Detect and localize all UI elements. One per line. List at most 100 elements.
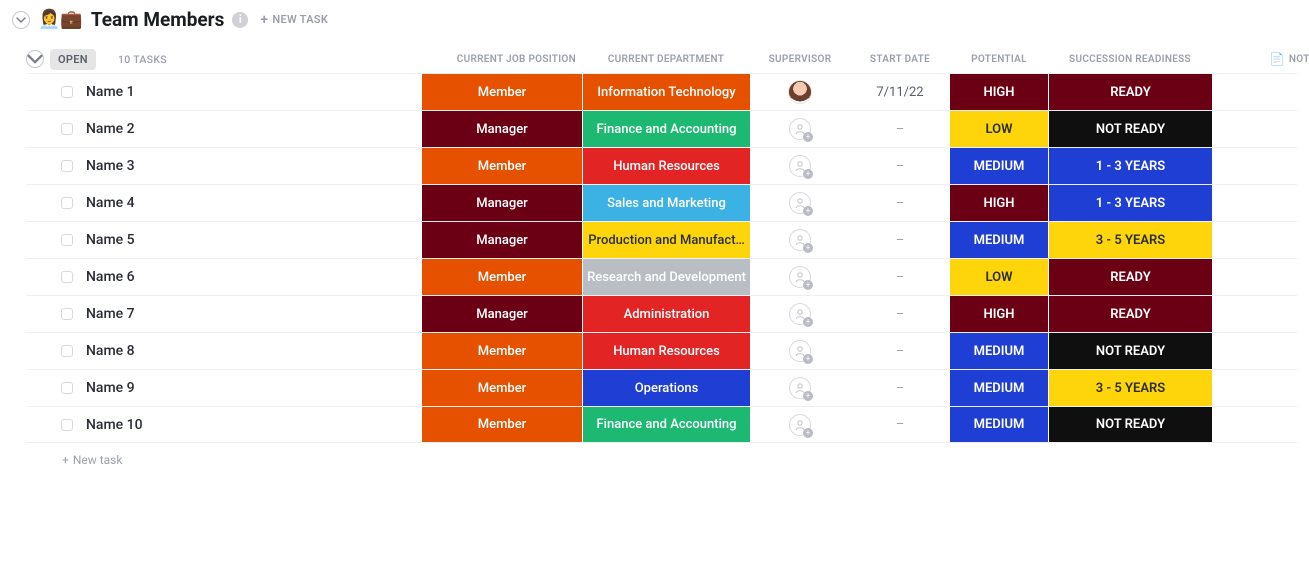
table-row[interactable]: Name 3MemberHuman Resources+–MEDIUM1 - 3… <box>26 147 1297 184</box>
department-pill[interactable]: Human Resources <box>582 333 750 369</box>
readiness-pill[interactable]: READY <box>1048 296 1212 332</box>
col-position[interactable]: CURRENT JOB POSITION <box>422 54 582 65</box>
col-supervisor[interactable]: SUPERVISOR <box>750 54 850 65</box>
row-checkbox[interactable] <box>61 345 73 357</box>
task-name[interactable]: Name 3 <box>84 148 422 184</box>
assign-supervisor-button[interactable]: + <box>789 155 811 177</box>
table-row[interactable]: Name 6MemberResearch and Development + –LO… <box>26 258 1297 295</box>
start-date[interactable]: – <box>850 185 950 221</box>
position-pill[interactable]: Manager <box>422 185 582 221</box>
potential-pill[interactable]: MEDIUM <box>950 370 1048 406</box>
notes-cell[interactable]: – <box>1260 370 1309 406</box>
assign-supervisor-button[interactable]: + <box>789 414 811 436</box>
notes-cell[interactable]: – <box>1260 222 1309 258</box>
notes-cell[interactable]: – <box>1260 259 1309 295</box>
notes-cell[interactable]: – <box>1260 407 1309 442</box>
notes-cell[interactable]: – <box>1260 333 1309 369</box>
readiness-pill[interactable]: NOT READY <box>1048 333 1212 369</box>
task-name[interactable]: Name 1 <box>84 74 422 110</box>
position-pill[interactable]: Manager <box>422 296 582 332</box>
department-pill[interactable]: Operations <box>582 370 750 406</box>
assign-supervisor-button[interactable]: + <box>789 118 811 140</box>
start-date[interactable]: – <box>850 222 950 258</box>
table-row[interactable]: Name 2ManagerFinance and Accounting + –LOW… <box>26 110 1297 147</box>
start-date[interactable]: – <box>850 296 950 332</box>
position-pill[interactable]: Member <box>422 370 582 406</box>
start-date[interactable]: – <box>850 148 950 184</box>
notes-cell[interactable]: – <box>1260 148 1309 184</box>
col-department[interactable]: CURRENT DEPARTMENT <box>582 54 750 65</box>
collapse-all-icon[interactable] <box>12 11 30 29</box>
row-checkbox[interactable] <box>61 197 73 209</box>
row-checkbox[interactable] <box>61 123 73 135</box>
notes-cell[interactable]: – <box>1260 74 1309 110</box>
start-date[interactable]: – <box>850 111 950 147</box>
assign-supervisor-button[interactable]: + <box>789 340 811 362</box>
row-checkbox[interactable] <box>61 382 73 394</box>
assign-supervisor-button[interactable]: + <box>789 377 811 399</box>
table-row[interactable]: Name 4ManagerSales and Marketing+–HIGH1 … <box>26 184 1297 221</box>
col-potential[interactable]: POTENTIAL <box>950 54 1048 65</box>
row-checkbox[interactable] <box>61 419 73 431</box>
potential-pill[interactable]: HIGH <box>950 74 1048 110</box>
potential-pill[interactable]: HIGH <box>950 296 1048 332</box>
position-pill[interactable]: Manager <box>422 111 582 147</box>
task-name[interactable]: Name 4 <box>84 185 422 221</box>
readiness-pill[interactable]: 1 - 3 YEARS <box>1048 185 1212 221</box>
assign-supervisor-button[interactable]: + <box>789 192 811 214</box>
row-checkbox[interactable] <box>61 271 73 283</box>
potential-pill[interactable]: MEDIUM <box>950 148 1048 184</box>
notes-cell[interactable]: – <box>1260 111 1309 147</box>
group-collapse-icon[interactable] <box>26 50 44 68</box>
readiness-pill[interactable]: READY <box>1048 74 1212 110</box>
new-task-top-button[interactable]: + NEW TASK <box>260 13 328 26</box>
row-checkbox[interactable] <box>61 234 73 246</box>
table-row[interactable]: Name 5ManagerProduction and Manufact…+–M… <box>26 221 1297 258</box>
task-name[interactable]: Name 7 <box>84 296 422 332</box>
readiness-pill[interactable]: 3 - 5 YEARS <box>1048 222 1212 258</box>
potential-pill[interactable]: LOW <box>950 111 1048 147</box>
task-name[interactable]: Name 6 <box>84 259 422 295</box>
department-pill[interactable]: Finance and Accounting <box>582 407 750 442</box>
readiness-pill[interactable]: 1 - 3 YEARS <box>1048 148 1212 184</box>
col-notes[interactable]: 📄 NOTES <box>1260 52 1309 66</box>
start-date[interactable]: – <box>850 370 950 406</box>
start-date[interactable]: – <box>850 333 950 369</box>
assign-supervisor-button[interactable]: + <box>789 266 811 288</box>
table-row[interactable]: Name 10MemberFinance and Accounting+–MED… <box>26 406 1297 443</box>
notes-cell[interactable]: – <box>1260 296 1309 332</box>
position-pill[interactable]: Member <box>422 333 582 369</box>
row-checkbox[interactable] <box>61 308 73 320</box>
readiness-pill[interactable]: 3 - 5 YEARS <box>1048 370 1212 406</box>
table-row[interactable]: Name 9MemberOperations + –MEDIUM3 - 5 YEAR… <box>26 369 1297 406</box>
readiness-pill[interactable]: NOT READY <box>1048 407 1212 442</box>
start-date[interactable]: – <box>850 407 950 442</box>
task-name[interactable]: Name 5 <box>84 222 422 258</box>
potential-pill[interactable]: MEDIUM <box>950 222 1048 258</box>
col-readiness[interactable]: SUCCESSION READINESS <box>1048 54 1212 65</box>
department-pill[interactable]: Human Resources <box>582 148 750 184</box>
task-name[interactable]: Name 10 <box>84 407 422 442</box>
potential-pill[interactable]: MEDIUM <box>950 333 1048 369</box>
start-date[interactable]: – <box>850 259 950 295</box>
status-open-toggle[interactable]: OPEN <box>50 49 96 70</box>
department-pill[interactable]: Finance and Accounting <box>582 111 750 147</box>
department-pill[interactable]: Research and Development <box>582 259 750 295</box>
supervisor-avatar[interactable] <box>788 80 812 104</box>
position-pill[interactable]: Member <box>422 259 582 295</box>
task-name[interactable]: Name 2 <box>84 111 422 147</box>
department-pill[interactable]: Sales and Marketing <box>582 185 750 221</box>
table-row[interactable]: Name 8MemberHuman Resources+–MEDIUMNOT R… <box>26 332 1297 369</box>
task-name[interactable]: Name 9 <box>84 370 422 406</box>
readiness-pill[interactable]: READY <box>1048 259 1212 295</box>
table-row[interactable]: Name 7ManagerAdministration+–HIGHREADY– <box>26 295 1297 332</box>
assign-supervisor-button[interactable]: + <box>789 303 811 325</box>
department-pill[interactable]: Administration <box>582 296 750 332</box>
potential-pill[interactable]: MEDIUM <box>950 407 1048 442</box>
potential-pill[interactable]: LOW <box>950 259 1048 295</box>
info-icon[interactable]: i <box>232 12 248 28</box>
row-checkbox[interactable] <box>61 86 73 98</box>
start-date[interactable]: 7/11/22 <box>850 74 950 110</box>
new-task-row-button[interactable]: + New task <box>26 443 1297 477</box>
col-startdate[interactable]: START DATE <box>850 54 950 65</box>
